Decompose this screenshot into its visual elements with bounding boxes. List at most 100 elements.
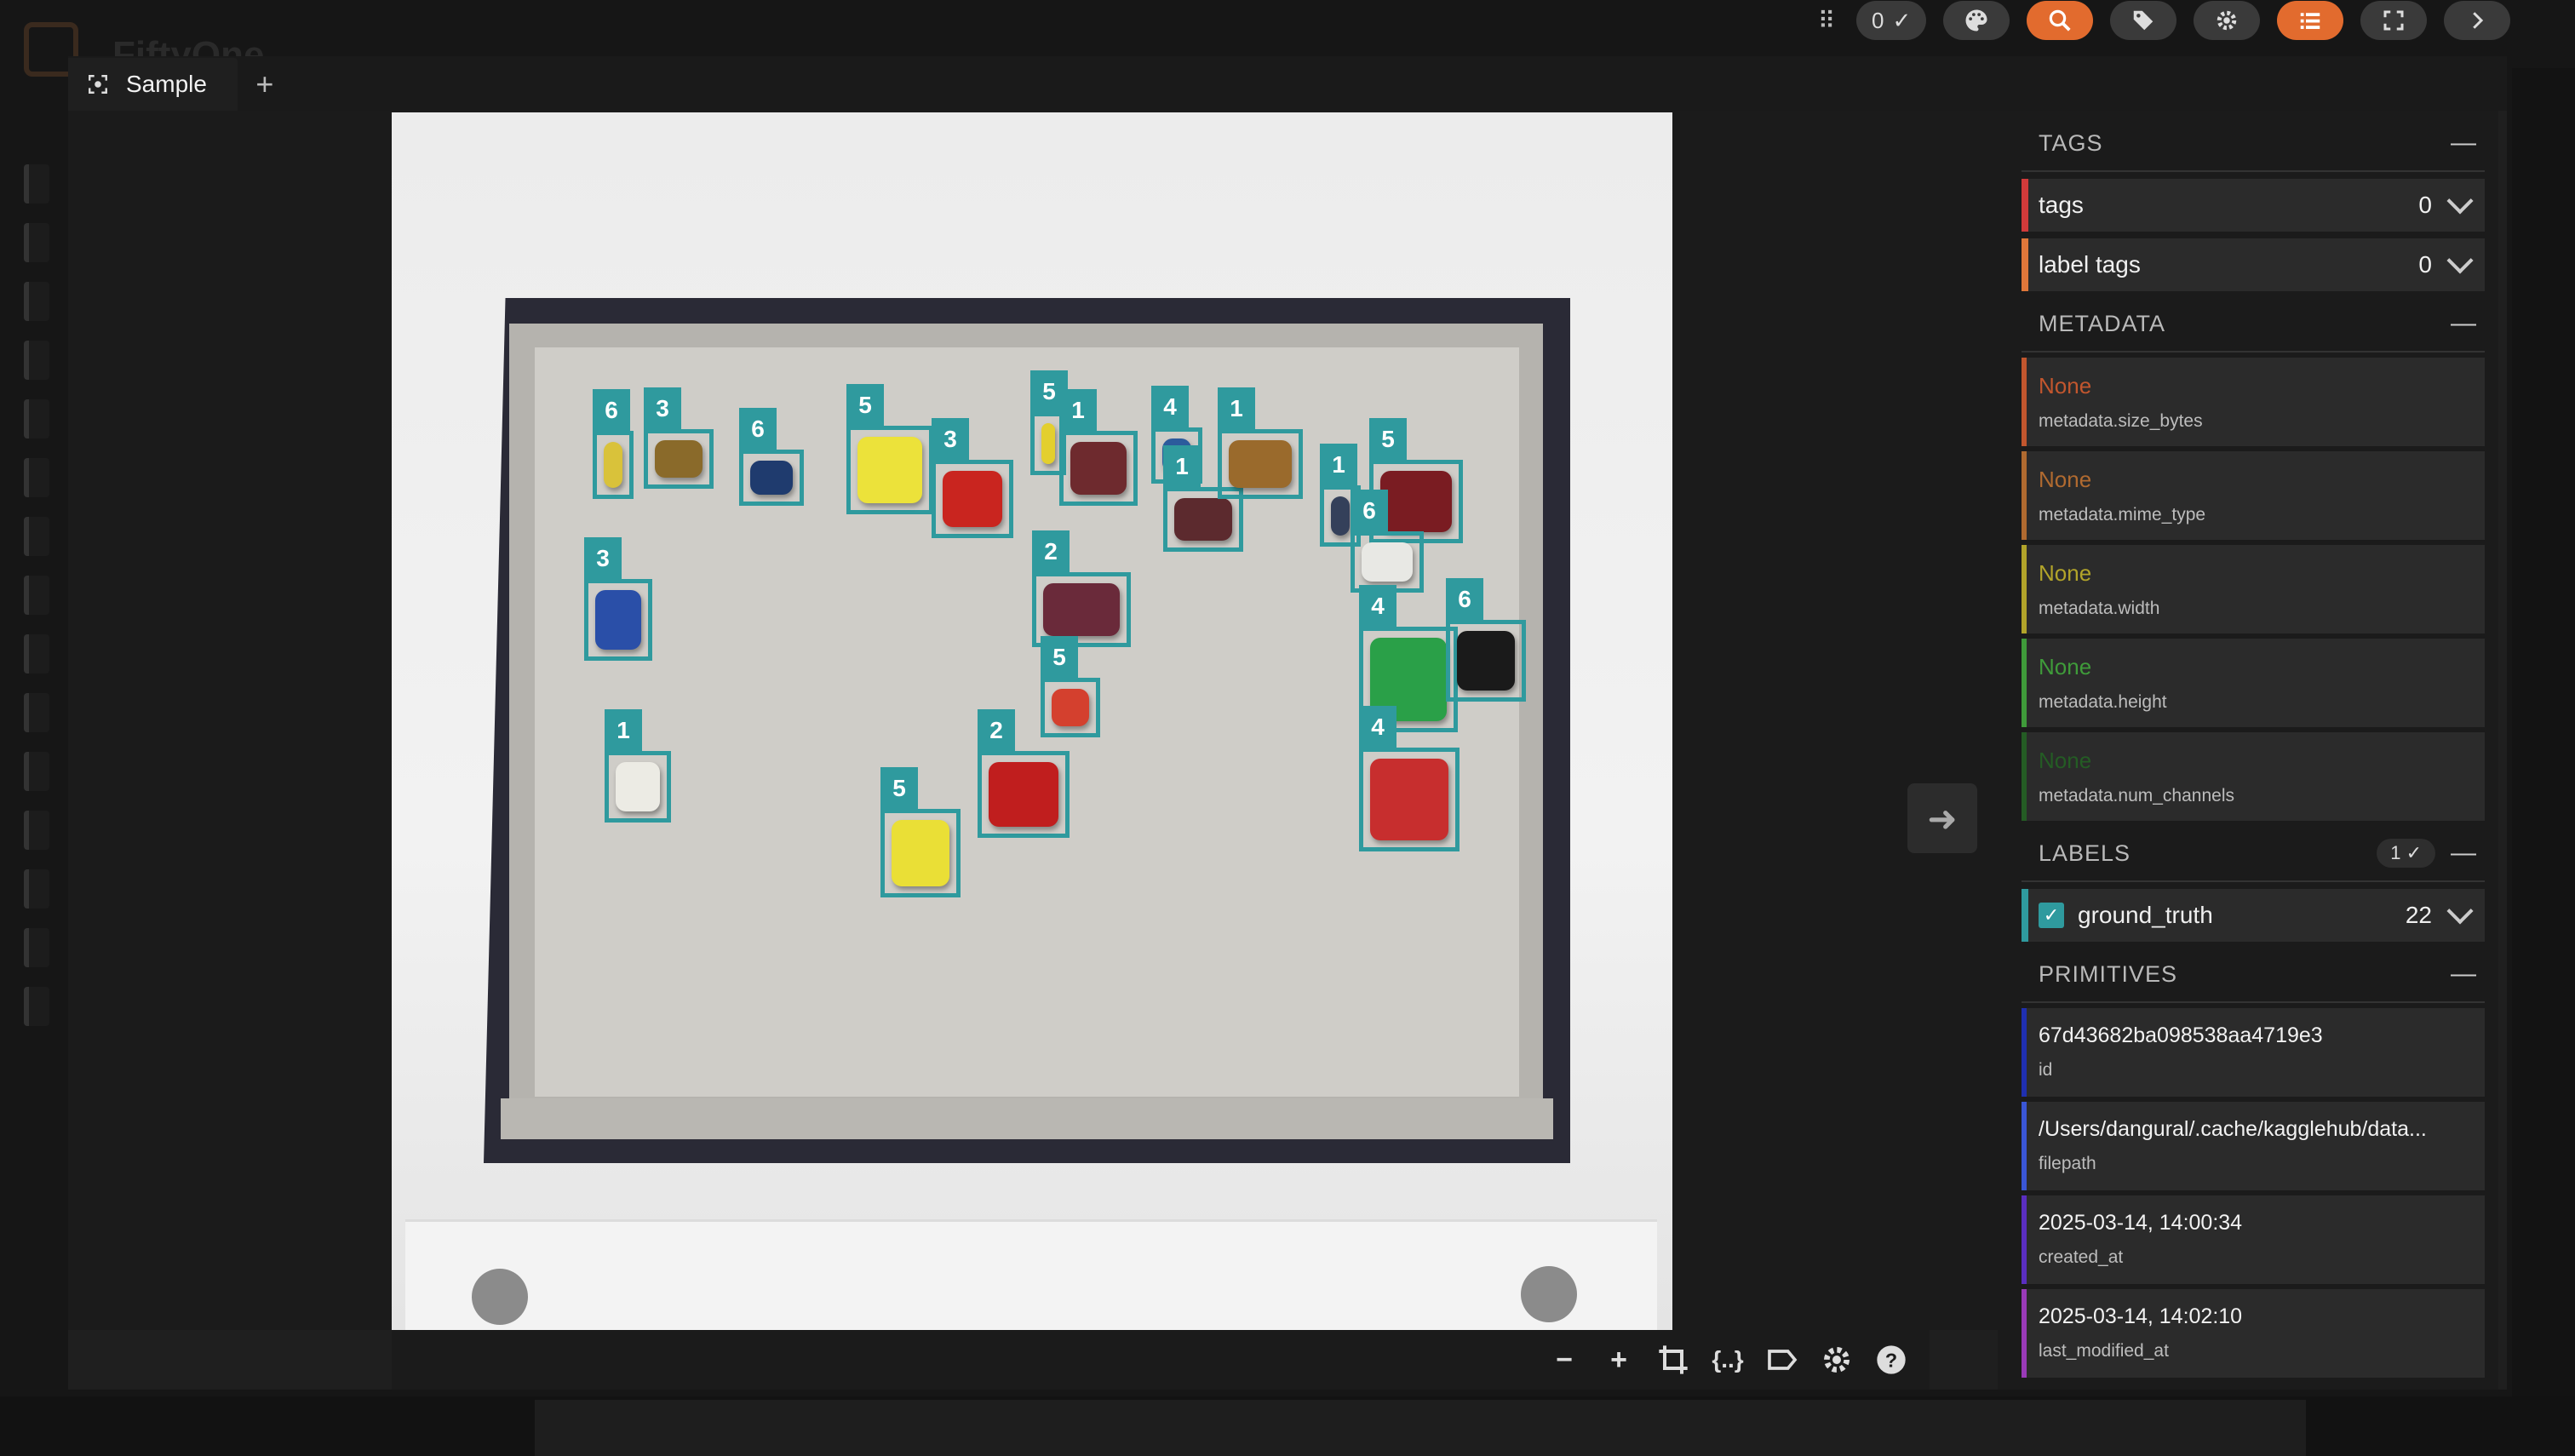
tab-sample-label: Sample bbox=[126, 71, 207, 97]
detection-label: 5 bbox=[1369, 418, 1407, 461]
labels-selected-badge[interactable]: 1 ✓ bbox=[2377, 839, 2435, 868]
detection-label: 5 bbox=[846, 384, 884, 427]
primitive-field[interactable]: /Users/dangural/.cache/kagglehub/data...… bbox=[2022, 1102, 2485, 1190]
detection-box[interactable]: 4 bbox=[1359, 706, 1460, 851]
tag-icon bbox=[2134, 10, 2153, 31]
sidebar-field-row[interactable]: ✓ ground_truth 22 bbox=[2022, 889, 2485, 942]
add-panel-button[interactable]: + bbox=[238, 58, 292, 111]
detection-label: 4 bbox=[1359, 585, 1396, 628]
detection-label: 3 bbox=[584, 537, 622, 580]
field-value: None bbox=[2039, 654, 2092, 679]
sidebar-toggle-button[interactable] bbox=[2277, 1, 2344, 40]
detection-label: 2 bbox=[978, 709, 1015, 752]
die bbox=[655, 440, 703, 478]
detection-box[interactable]: 2 bbox=[978, 709, 1070, 838]
zoom-in-icon[interactable]: + bbox=[1601, 1342, 1637, 1378]
detection-label: 1 bbox=[1163, 445, 1201, 488]
selected-count-button[interactable]: 0 ✓ bbox=[1856, 1, 1927, 40]
tags-section-header[interactable]: TAGS — bbox=[2022, 116, 2485, 172]
field-key: filepath bbox=[2039, 1154, 2096, 1173]
field-label: ground_truth bbox=[2078, 902, 2213, 928]
json-icon[interactable]: {..} bbox=[1710, 1342, 1746, 1378]
collapse-icon[interactable]: — bbox=[2451, 309, 2485, 338]
detection-box[interactable]: 1 bbox=[1059, 389, 1138, 506]
zoom-out-icon[interactable]: − bbox=[1546, 1342, 1582, 1378]
detection-box[interactable]: 5 bbox=[846, 384, 933, 514]
selected-count: 0 bbox=[1872, 7, 1884, 33]
stand-foot-right bbox=[1521, 1266, 1577, 1322]
metadata-section-header[interactable]: METADATA — bbox=[2022, 296, 2485, 353]
field-value: None bbox=[2039, 560, 2092, 586]
color-scheme-button[interactable] bbox=[1943, 1, 2010, 40]
list-icon bbox=[2301, 13, 2320, 29]
palette-icon bbox=[1965, 9, 1987, 32]
detection-label: 5 bbox=[1041, 636, 1078, 679]
detection-box[interactable]: 1 bbox=[1218, 387, 1303, 499]
primitive-field[interactable]: 2025-03-14, 14:00:34 created_at bbox=[2022, 1195, 2485, 1284]
field-key: last_modified_at bbox=[2039, 1341, 2169, 1361]
label-icon[interactable] bbox=[1764, 1342, 1800, 1378]
top-toolbar: ⠿ 0 ✓ bbox=[1814, 0, 2511, 41]
die bbox=[1052, 689, 1089, 726]
detection-label: 6 bbox=[593, 389, 630, 432]
metadata-field[interactable]: None metadata.width bbox=[2022, 545, 2485, 633]
detection-box[interactable]: 3 bbox=[644, 387, 714, 489]
crop-icon[interactable] bbox=[1655, 1342, 1691, 1378]
checkbox[interactable]: ✓ bbox=[2039, 903, 2064, 928]
grip-icon[interactable]: ⠿ bbox=[1814, 6, 1839, 35]
chevron-down-icon[interactable] bbox=[2446, 187, 2474, 215]
metadata-field[interactable]: None metadata.size_bytes bbox=[2022, 358, 2485, 446]
tray-front-edge bbox=[501, 1098, 1553, 1139]
help-icon[interactable]: ? bbox=[1873, 1342, 1909, 1378]
detection-box[interactable]: 5 bbox=[1041, 636, 1100, 737]
detection-box[interactable]: 5 bbox=[880, 767, 961, 897]
detection-box[interactable]: 6 bbox=[593, 389, 634, 499]
field-count: 0 bbox=[2418, 192, 2432, 218]
sample-image[interactable]: 6365351411156234615245 bbox=[392, 112, 1672, 1330]
die bbox=[616, 762, 660, 811]
field-key: metadata.height bbox=[2039, 692, 2167, 712]
primitive-field[interactable]: 67d43682ba098538aa4719e3 id bbox=[2022, 1008, 2485, 1097]
metadata-field[interactable]: None metadata.mime_type bbox=[2022, 451, 2485, 540]
collapse-icon[interactable]: — bbox=[2451, 960, 2485, 989]
field-value: 2025-03-14, 14:02:10 bbox=[2039, 1304, 2243, 1328]
detection-box[interactable]: 3 bbox=[932, 418, 1013, 538]
sidebar-field-row[interactable]: tags 0 bbox=[2022, 179, 2485, 232]
primitives-section-header[interactable]: PRIMITIVES — bbox=[2022, 947, 2485, 1003]
detection-box[interactable]: 3 bbox=[584, 537, 652, 661]
detection-box[interactable]: 6 bbox=[1446, 578, 1526, 702]
field-value: 2025-03-14, 14:00:34 bbox=[2039, 1211, 2243, 1235]
die bbox=[1380, 471, 1452, 532]
metadata-field[interactable]: None metadata.height bbox=[2022, 639, 2485, 727]
settings-button[interactable] bbox=[2194, 1, 2261, 40]
detection-box[interactable]: 6 bbox=[739, 408, 804, 506]
tag-button[interactable] bbox=[2110, 1, 2177, 40]
detection-label: 1 bbox=[605, 709, 642, 752]
die bbox=[1457, 631, 1515, 691]
field-count: 22 bbox=[2405, 902, 2432, 928]
metadata-field[interactable]: None metadata.num_channels bbox=[2022, 732, 2485, 821]
next-sample-button[interactable]: ➜ bbox=[1907, 783, 1977, 853]
arrow-right-icon: ➜ bbox=[1927, 798, 1958, 839]
next-sample-nav-button[interactable] bbox=[2444, 1, 2511, 40]
search-button[interactable] bbox=[2027, 1, 2094, 40]
collapse-icon[interactable]: — bbox=[2451, 839, 2485, 868]
sample-modal: Sample + 6365351411156234615245 ➜ − + {.… bbox=[68, 56, 2507, 1390]
detection-box[interactable]: 1 bbox=[605, 709, 671, 823]
die bbox=[892, 820, 949, 886]
detection-label: 6 bbox=[1446, 578, 1483, 621]
tab-sample[interactable]: Sample bbox=[68, 58, 238, 111]
fullscreen-button[interactable] bbox=[2360, 1, 2428, 40]
detection-box[interactable]: 6 bbox=[1351, 490, 1424, 593]
field-value: None bbox=[2039, 467, 2092, 492]
gear-icon[interactable] bbox=[1819, 1342, 1855, 1378]
chevron-down-icon[interactable] bbox=[2446, 247, 2474, 274]
labels-section-header[interactable]: LABELS 1 ✓ — bbox=[2022, 826, 2485, 882]
collapse-icon[interactable]: — bbox=[2451, 129, 2485, 158]
chevron-down-icon[interactable] bbox=[2446, 897, 2474, 925]
labels-section-title: LABELS bbox=[2039, 840, 2131, 866]
primitive-field[interactable]: 2025-03-14, 14:02:10 last_modified_at bbox=[2022, 1289, 2485, 1378]
detection-label: 6 bbox=[1351, 490, 1388, 532]
sample-viewer[interactable]: 6365351411156234615245 ➜ bbox=[68, 111, 1998, 1330]
sidebar-field-row[interactable]: label tags 0 bbox=[2022, 238, 2485, 291]
